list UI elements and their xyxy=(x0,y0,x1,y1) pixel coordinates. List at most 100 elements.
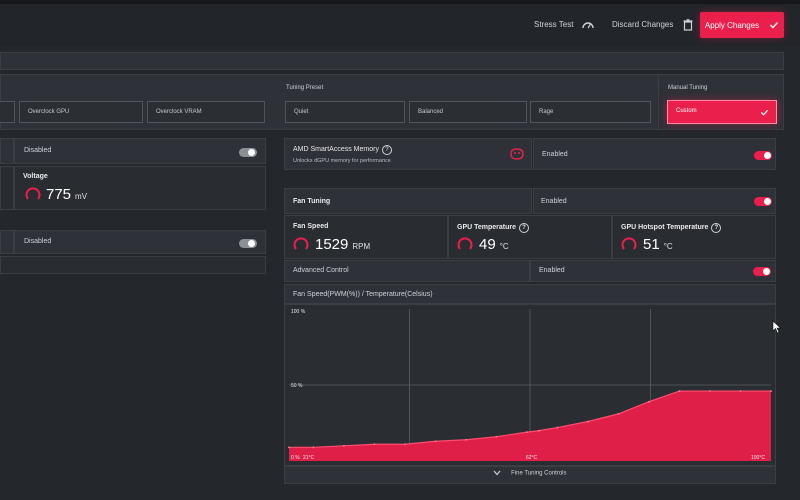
fan-curve-point-15 xyxy=(709,390,711,392)
apply-changes-button[interactable]: Apply Changes xyxy=(700,12,784,38)
left-row-stub xyxy=(0,138,14,164)
voltage-value: 775 xyxy=(46,186,72,203)
stress-test-button[interactable]: Stress Test xyxy=(534,4,595,46)
y-tick-label-0: 0 % xyxy=(291,455,300,461)
fan-curve-point-17 xyxy=(770,390,772,392)
info-icon[interactable]: ? xyxy=(381,145,392,155)
speedometer-icon xyxy=(582,22,595,29)
hotspot-gauge-icon xyxy=(621,237,637,250)
fan-curve-point-8 xyxy=(526,431,528,434)
gpu-temp-title-row: GPU Temperature? xyxy=(457,223,529,233)
fan-curve-point-5 xyxy=(434,440,437,443)
gpu-temp-title: GPU Temperature xyxy=(457,224,516,231)
fan-tuning-header: Fan Tuning xyxy=(284,188,532,214)
hotspot-readout: 51 °C xyxy=(643,236,673,253)
y-tick-label-2: 100 % xyxy=(291,309,306,315)
gpu-temp-gauge-icon xyxy=(457,237,473,250)
fan-curve-point-6 xyxy=(465,438,467,441)
fan-curve-point-1 xyxy=(312,446,315,449)
x-tick-label-0: 21°C xyxy=(303,455,315,461)
fan-tuning-toggle[interactable] xyxy=(754,197,772,206)
left-toggle-2[interactable] xyxy=(239,239,257,248)
left-metric-stub xyxy=(0,166,14,210)
manual-tuning-label: Manual Tuning xyxy=(668,85,708,91)
voltage-unit: mV xyxy=(75,192,88,201)
fan-curve-point-0 xyxy=(288,446,290,449)
fan-curve-point-10 xyxy=(556,426,559,429)
preset-rage-button[interactable]: Rage xyxy=(530,101,651,123)
advanced-control-status: Enabled xyxy=(539,267,565,274)
hotspot-title: GPU Hotspot Temperature xyxy=(621,224,709,231)
hotspot-value: 51 xyxy=(643,236,660,253)
fan-curve-title-bar: Fan Speed(PWM(%)) / Temperature(Celsius) xyxy=(284,284,776,304)
voltage-gauge-icon xyxy=(25,187,41,200)
voltage-panel: Voltage 775 mV xyxy=(14,166,266,210)
advanced-control-label: Advanced Control xyxy=(293,267,349,274)
hotspot-title-row: GPU Hotspot Temperature? xyxy=(621,223,722,233)
sam-title: AMD SmartAccess Memory xyxy=(293,146,379,153)
x-tick-label-1: 62°C xyxy=(526,455,538,461)
tuning-option-partial[interactable] xyxy=(0,101,15,123)
x-tick-label-2: 100°C xyxy=(751,455,765,461)
sam-subtitle: Unlocks dGPU memory for performance xyxy=(293,158,391,164)
discard-changes-label: Discard Changes xyxy=(612,20,674,29)
sam-status-panel: Enabled xyxy=(533,138,776,170)
fan-curve-point-11 xyxy=(587,420,589,423)
voltage-title: Voltage xyxy=(23,173,48,180)
fan-speed-unit: RPM xyxy=(352,242,371,251)
check-icon xyxy=(770,22,779,29)
fan-tuning-status-panel: Enabled xyxy=(533,188,776,214)
gpu-temp-unit: °C xyxy=(499,242,509,251)
sam-status: Enabled xyxy=(542,151,568,158)
hotspot-unit: °C xyxy=(663,242,673,251)
check-icon xyxy=(760,109,769,116)
left-disabled-row-1: Disabled xyxy=(14,138,266,164)
tuning-preset-label: Tuning Preset xyxy=(286,85,324,91)
voltage-readout: 775 mV xyxy=(46,186,87,203)
fan-curve-point-13 xyxy=(648,400,650,403)
fan-tuning-status: Enabled xyxy=(541,198,567,205)
fan-curve-point-16 xyxy=(739,390,742,392)
tuning-control-panel: Overclock GPU Overclock VRAM Tuning Pres… xyxy=(0,74,784,130)
fan-speed-readout: 1529 RPM xyxy=(315,236,370,253)
disabled-status-1: Disabled xyxy=(24,147,52,154)
fine-tuning-row: Fine Tuning Controls xyxy=(285,470,775,477)
left-toggle-1[interactable] xyxy=(239,148,257,157)
left-row-stub-2 xyxy=(0,230,14,254)
fine-tuning-controls-bar[interactable]: Fine Tuning Controls xyxy=(284,466,776,484)
discard-changes-button[interactable]: Discard Changes xyxy=(612,4,695,46)
smart-access-memory-panel: AMD SmartAccess Memory? Unlocks dGPU mem… xyxy=(284,138,532,170)
sam-title-row: AMD SmartAccess Memory? xyxy=(293,145,392,155)
memory-chip-icon xyxy=(510,148,524,160)
fan-curve-point-4 xyxy=(404,443,406,446)
fan-speed-gauge-icon xyxy=(293,237,309,250)
info-icon[interactable]: ? xyxy=(711,223,722,233)
top-toolbar: Stress Test Discard Changes Apply Change… xyxy=(0,0,800,46)
fan-curve-point-3 xyxy=(373,443,376,446)
fan-speed-panel: Fan Speed 1529 RPM xyxy=(284,215,448,259)
gpu-temp-value: 49 xyxy=(479,236,496,253)
y-tick-label-1: 50 % xyxy=(291,383,303,389)
preset-balanced-button[interactable]: Balanced xyxy=(409,101,527,123)
disabled-status-2: Disabled xyxy=(24,238,52,245)
manual-tuning-section: Manual Tuning Custom xyxy=(658,75,785,129)
trash-icon xyxy=(683,19,693,31)
custom-tuning-button[interactable]: Custom xyxy=(667,100,777,124)
sam-toggle[interactable] xyxy=(754,151,772,160)
fan-speed-title: Fan Speed xyxy=(293,223,329,230)
fan-curve-chart[interactable]: 0 % 50 % 100 % 21°C 62°C 100°C xyxy=(285,305,775,465)
custom-tuning-label: Custom xyxy=(676,108,697,114)
advanced-control-row: Advanced Control xyxy=(284,260,530,282)
apply-changes-label: Apply Changes xyxy=(704,20,760,30)
info-icon[interactable]: ? xyxy=(519,223,529,233)
gpu-temperature-panel: GPU Temperature? 49 °C xyxy=(448,215,612,259)
overclock-vram-button[interactable]: Overclock VRAM xyxy=(147,101,265,123)
fan-curve-chart-panel: 0 % 50 % 100 % 21°C 62°C 100°C xyxy=(284,304,776,466)
advanced-control-toggle[interactable] xyxy=(753,267,771,276)
stress-test-label: Stress Test xyxy=(534,20,574,29)
fan-speed-value: 1529 xyxy=(315,236,349,253)
overclock-gpu-button[interactable]: Overclock GPU xyxy=(19,101,143,123)
left-empty-row xyxy=(0,256,266,274)
preset-quiet-button[interactable]: Quiet xyxy=(285,101,405,123)
tuning-header-strip xyxy=(0,52,784,70)
